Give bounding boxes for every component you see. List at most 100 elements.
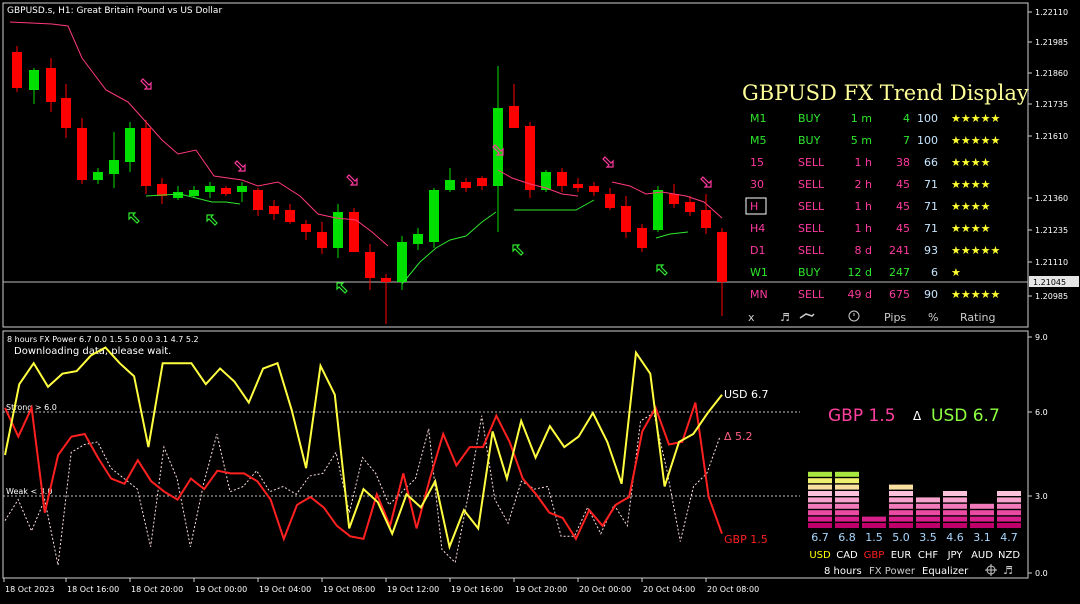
rating-stars: ★★★★★ [951,134,1000,147]
trading-chart[interactable]: GBPUSD.s, H1: Great Britain Pound vs US … [0,0,1080,600]
equalizer-segment [835,478,859,484]
equalizer-currency-label[interactable]: USD [809,550,831,561]
candle-body [685,202,695,212]
sell-arrow-icon [140,78,152,90]
price-label: 1.21860 [1035,69,1068,78]
period-label[interactable]: 8 hours [824,566,862,577]
percent-header: % [928,311,938,324]
signal-label: SELL [798,178,825,191]
gbp-strength-line [4,402,723,542]
timeframe-label[interactable]: D1 [750,244,765,257]
equalizer-segment [808,516,832,522]
timeframe-label[interactable]: M5 [750,134,767,147]
candle-body [189,190,199,196]
sell-arrow-icon [346,174,358,186]
rating-stars: ★★★★★ [951,244,1000,257]
timeframe-label[interactable]: H4 [750,222,765,235]
time-label: 19 Oct 16:00 [451,585,503,594]
signal-percent: 6 [931,266,938,279]
signal-percent: 100 [917,134,938,147]
equalizer-segment [862,516,886,522]
equalizer-segment [916,503,940,509]
signal-pips: 45 [896,178,910,191]
price-label: 1.21610 [1035,132,1068,141]
price-label: 1.20985 [1035,292,1068,301]
timeframe-label[interactable]: H [750,200,758,213]
equalizer-segment [916,497,940,503]
chart-svg[interactable]: GBPUSD.s, H1: Great Britain Pound vs US … [0,0,1080,600]
timeframe-label[interactable]: M1 [750,112,767,125]
equalizer-segment [916,510,940,516]
timeframe-label[interactable]: 30 [750,178,764,191]
signal-label: BUY [798,266,821,279]
equalizer-segment [997,523,1021,528]
equalizer-segment [835,471,859,477]
equalizer-currency-label[interactable]: EUR [891,550,912,561]
equalizer-currency-label[interactable]: CAD [836,550,858,561]
equalizer-segment [808,497,832,503]
equalizer-currency-label[interactable]: JPY [947,550,964,561]
fx-power-label[interactable]: FX Power [869,566,916,577]
candle-body [269,206,279,214]
equalizer-currency-label[interactable]: CHF [918,550,939,561]
signal-pips: 45 [896,200,910,213]
buy-arrow-icon [206,214,218,226]
time-label: 20 Oct 08:00 [707,585,759,594]
sound-icon[interactable]: ♬ [1003,564,1013,577]
equalizer-segment [835,491,859,496]
equalizer-segment [808,471,832,477]
timeframe-label[interactable]: MN [750,288,768,301]
signal-age: 12 d [848,266,872,279]
signal-percent: 93 [924,244,938,257]
trailing-stop-red-1 [9,21,337,219]
candle-body [701,210,711,228]
equalizer-currency-label[interactable]: GBP [864,550,885,561]
current-price-label: 1.21045 [1033,278,1066,287]
candle-body [365,252,375,278]
time-label: 18 Oct 16:00 [67,585,119,594]
candle-body [669,194,679,204]
signal-label: BUY [798,112,821,125]
signal-label: SELL [798,200,825,213]
rating-stars: ★★★★ [951,200,991,213]
signal-pips: 247 [889,266,910,279]
sell-arrow-icon [700,176,712,188]
equalizer-label[interactable]: Equalizer [922,566,969,577]
main-panel-frame [2,2,1029,328]
close-icon[interactable]: x [748,311,755,324]
equalizer-currency-label[interactable]: AUD [971,550,993,561]
power-axis-label: 6.0 [1035,408,1048,417]
timeframe-label[interactable]: W1 [750,266,768,279]
signal-pips: 38 [896,156,910,169]
candle-body [605,194,615,208]
usd-line-label: USD 6.7 [724,388,769,401]
candle-body [573,184,583,188]
signal-percent: 71 [924,222,938,235]
equalizer-segment [835,503,859,509]
equalizer-segment [889,484,913,490]
candle-body [525,126,535,190]
trailing-stop-green-2 [401,211,497,285]
pips-header: Pips [884,311,906,324]
candle-body [61,98,71,128]
equalizer-value: 3.1 [973,531,991,544]
equalizer-currency-label[interactable]: NZD [998,550,1020,561]
sound-icon[interactable]: ♬ [780,311,790,324]
timeframe-label[interactable]: 15 [750,156,764,169]
signal-percent: 71 [924,200,938,213]
candle-body [29,70,39,90]
power-axis-label: 0.0 [1035,569,1048,578]
equalizer-segment [997,497,1021,503]
trailing-stop-red-2 [335,217,389,247]
candle-body [429,190,439,242]
chart-line-icon [799,313,815,319]
signal-pips: 4 [903,112,910,125]
candle-body [12,52,22,88]
candle-body [237,186,247,192]
signal-pips: 7 [903,134,910,147]
trailing-stop-green-4 [655,231,689,239]
candle-body [397,242,407,282]
signal-label: SELL [798,288,825,301]
equalizer-segment [970,516,994,522]
weak-level-label: Weak < 3.0 [6,487,52,496]
